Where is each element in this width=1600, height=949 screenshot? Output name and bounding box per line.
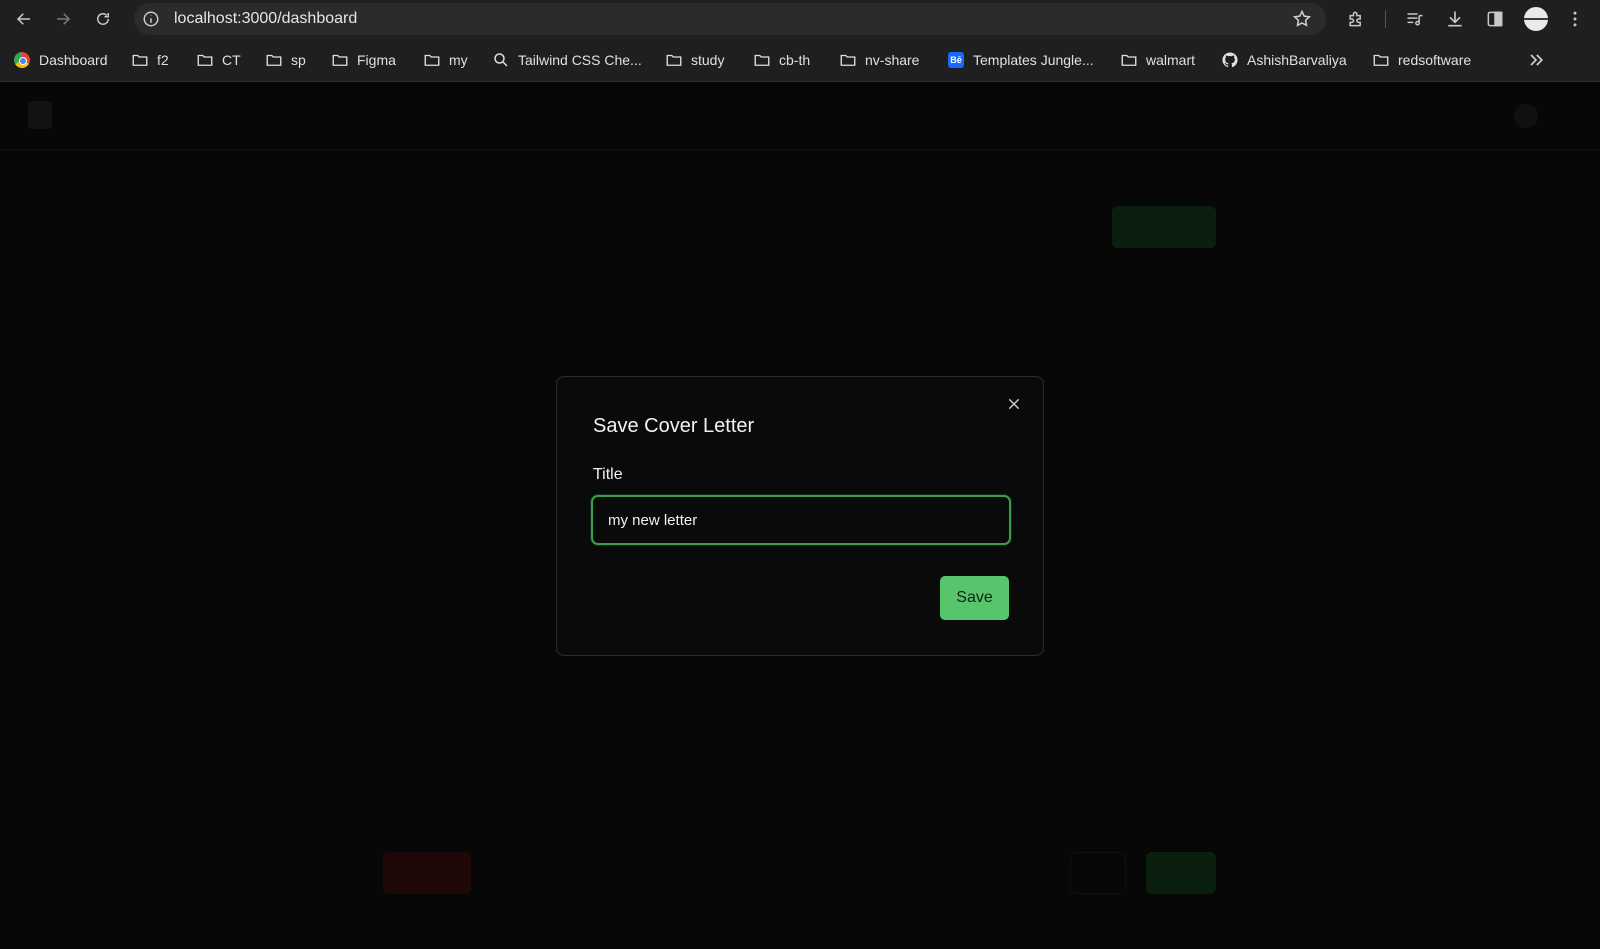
bookmark-folder-redsoftware[interactable]: redsoftware (1372, 50, 1471, 70)
bookmark-folder-figma[interactable]: Figma (331, 50, 396, 70)
site-info-icon[interactable] (142, 10, 160, 28)
folder-icon (1120, 51, 1138, 69)
back-button[interactable] (11, 6, 37, 32)
save-button[interactable]: Save (940, 576, 1009, 620)
bookmark-label: CT (222, 52, 241, 68)
bookmark-label: Dashboard (39, 52, 108, 68)
dashboard-favicon-icon (13, 51, 31, 69)
side-panel-icon (1487, 11, 1503, 27)
bookmark-label: walmart (1146, 52, 1196, 68)
bookmark-folder-cb-th[interactable]: cb-th (753, 50, 810, 70)
folder-icon (839, 51, 857, 69)
search-favicon-icon (492, 51, 510, 69)
bookmark-folder-f2[interactable]: f2 (131, 50, 169, 70)
bookmark-label: f2 (157, 52, 169, 68)
bookmark-tailwind[interactable]: Tailwind CSS Che... (492, 50, 642, 70)
media-controls-button[interactable] (1403, 7, 1427, 31)
folder-icon (131, 51, 149, 69)
bookmark-github[interactable]: AshishBarvaliya (1221, 50, 1347, 70)
folder-icon (1372, 51, 1390, 69)
bookmark-label: study (691, 52, 725, 68)
bookmark-folder-study[interactable]: study (665, 50, 724, 70)
url-text: localhost:3000/dashboard (174, 10, 358, 27)
github-favicon-icon (1221, 51, 1239, 69)
bookmark-label: Tailwind CSS Che... (518, 52, 642, 68)
reload-icon (97, 13, 109, 25)
bookmark-folder-ct[interactable]: CT (196, 50, 241, 70)
side-panel-button[interactable] (1483, 7, 1507, 31)
bookmark-label: redsoftware (1398, 52, 1472, 68)
extensions-button[interactable] (1344, 7, 1368, 31)
bookmark-label: my (449, 52, 468, 68)
folder-icon (423, 51, 441, 69)
downloads-button[interactable] (1443, 7, 1467, 31)
save-cover-letter-dialog: Save Cover Letter Title Save (556, 376, 1044, 656)
folder-icon (753, 51, 771, 69)
browser-toolbar: localhost:3000/dashboard (0, 0, 1600, 38)
bookmark-label: Templates Jungle... (973, 52, 1094, 68)
bookmark-label: nv-share (865, 52, 920, 68)
forward-button[interactable] (50, 6, 76, 32)
dialog-title: Save Cover Letter (593, 415, 755, 437)
folder-icon (265, 51, 283, 69)
bookmark-folder-my[interactable]: my (423, 50, 468, 70)
arrow-right-icon (57, 13, 71, 25)
app-viewport: Save Cover Letter Title Save (0, 82, 1600, 949)
bookmark-folder-sp[interactable]: sp (265, 50, 306, 70)
bookmark-dashboard[interactable]: Dashboard (13, 50, 108, 70)
playlist-icon (1407, 13, 1423, 26)
title-input[interactable] (591, 495, 1011, 545)
reload-button[interactable] (90, 6, 116, 32)
profile-avatar[interactable] (1524, 7, 1548, 31)
chevron-double-right-icon[interactable] (1526, 50, 1546, 70)
bookmark-folder-nv-share[interactable]: nv-share (839, 50, 919, 70)
bookmark-templates-jungle[interactable]: Bē Templates Jungle... (947, 50, 1094, 70)
puzzle-icon (1349, 11, 1361, 27)
close-dialog-button[interactable] (1003, 393, 1025, 415)
toolbar-divider (1385, 10, 1386, 28)
bookmark-star-icon[interactable] (1292, 9, 1312, 29)
bookmark-label: cb-th (779, 52, 811, 68)
title-field-label: Title (593, 466, 623, 483)
download-icon (1448, 11, 1462, 27)
bookmark-folder-walmart[interactable]: walmart (1120, 50, 1195, 70)
address-bar[interactable]: localhost:3000/dashboard (134, 3, 1326, 35)
bookmark-label: sp (291, 52, 306, 68)
folder-icon (196, 51, 214, 69)
browser-menu-button[interactable] (1563, 7, 1587, 31)
close-icon (1008, 398, 1020, 410)
arrow-left-icon (16, 13, 30, 25)
bookmarks-bar: Dashboard f2 CT sp Figma my Tailwind CSS… (0, 38, 1600, 82)
folder-icon (665, 51, 683, 69)
bookmark-label: Figma (357, 52, 396, 68)
kebab-menu-icon (1573, 11, 1577, 27)
behance-favicon-icon: Bē (947, 51, 965, 69)
bookmark-label: AshishBarvaliya (1247, 52, 1347, 68)
folder-icon (331, 51, 349, 69)
